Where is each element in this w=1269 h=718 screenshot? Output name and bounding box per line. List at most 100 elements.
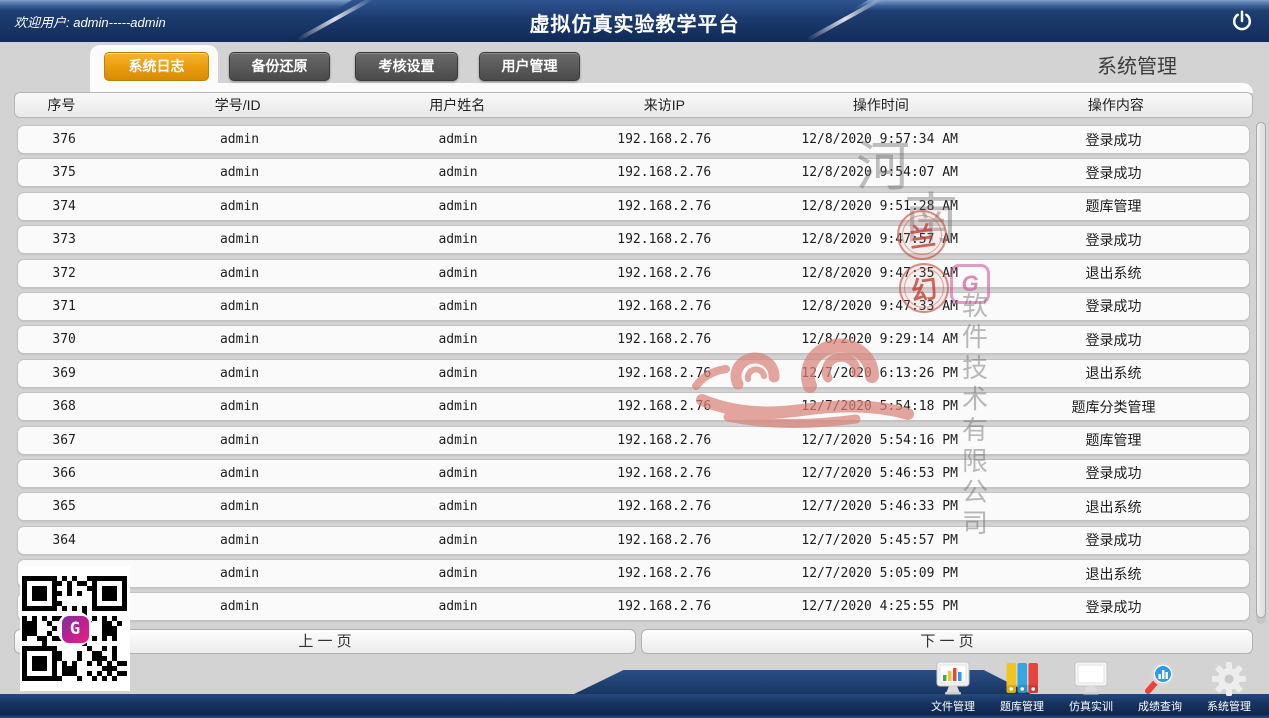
table-row: 364adminadmin192.168.2.7612/7/2020 5:45:… (17, 526, 1250, 555)
page-title: 系统管理 (1057, 50, 1217, 79)
cell-time: 12/8/2020 9:51:28 AM (781, 199, 978, 214)
cell-ip: 192.168.2.76 (547, 533, 781, 548)
cell-ip: 192.168.2.76 (547, 433, 781, 448)
dock-item-question-bank[interactable]: 题库管理 (990, 654, 1054, 718)
power-icon (1229, 8, 1255, 34)
dock-item-system-management[interactable]: 系统管理 (1197, 654, 1261, 718)
table-row: adminadmin192.168.2.7612/7/2020 4:25:55 … (17, 592, 1250, 621)
cell-user-name: admin (369, 266, 547, 281)
app-title: 虚拟仿真实验教学平台 (0, 8, 1269, 37)
cell-time: 12/8/2020 9:47:33 AM (781, 299, 978, 314)
cell-time: 12/7/2020 5:46:53 PM (781, 466, 978, 481)
dock-item-file-management[interactable]: 文件管理 (921, 654, 985, 718)
cell-user-name: admin (369, 132, 547, 147)
cell-time: 12/8/2020 9:47:57 AM (781, 232, 978, 247)
cell-index: 374 (18, 199, 110, 214)
cell-action: 登录成功 (978, 130, 1249, 150)
cell-ip: 192.168.2.76 (547, 266, 781, 281)
cell-user-name: admin (369, 499, 547, 514)
cell-index: 364 (18, 533, 110, 548)
file-management-chart-monitor-icon (934, 659, 972, 697)
cell-index: 376 (18, 132, 110, 147)
table-row: 376adminadmin192.168.2.7612/8/2020 9:57:… (17, 125, 1250, 154)
cell-student-id: admin (110, 299, 369, 314)
cell-ip: 192.168.2.76 (547, 366, 781, 381)
cell-student-id: admin (110, 165, 369, 180)
header-bar: 欢迎用户: admin-----admin 虚拟仿真实验教学平台 (0, 0, 1269, 42)
dock-label: 文件管理 (931, 700, 975, 714)
cell-student-id: admin (110, 533, 369, 548)
cell-user-name: admin (369, 165, 547, 180)
cell-user-name: admin (369, 533, 547, 548)
simulation-monitor-icon (1072, 659, 1110, 697)
tab-system-log[interactable]: 系统日志 (104, 52, 209, 81)
cell-action: 登录成功 (978, 463, 1249, 483)
cell-student-id: admin (110, 232, 369, 247)
cell-student-id: admin (110, 399, 369, 414)
cell-action: 题库管理 (978, 196, 1249, 216)
cell-index: 373 (18, 232, 110, 247)
power-button[interactable] (1229, 8, 1255, 34)
cell-index: 368 (18, 399, 110, 414)
table-row: 371adminadmin192.168.2.7612/8/2020 9:47:… (17, 292, 1250, 321)
cell-student-id: admin (110, 566, 369, 581)
cell-index: 370 (18, 332, 110, 347)
dock-label: 仿真实训 (1069, 700, 1113, 714)
tab-assessment-settings[interactable]: 考核设置 (355, 52, 458, 81)
cell-student-id: admin (110, 199, 369, 214)
cell-user-name: admin (369, 232, 547, 247)
dock-label: 题库管理 (1000, 700, 1044, 714)
table-header-row: 序号 学号/ID 用户姓名 来访IP 操作时间 操作内容 (14, 92, 1253, 118)
cell-ip: 192.168.2.76 (547, 566, 781, 581)
cell-user-name: admin (369, 299, 547, 314)
next-page-button[interactable]: 下 一 页 (641, 629, 1253, 654)
table-row: 363adminadmin192.168.2.7612/7/2020 5:05:… (17, 559, 1250, 588)
tab-backup-restore[interactable]: 备份还原 (229, 52, 330, 81)
cell-time: 12/7/2020 5:54:16 PM (781, 433, 978, 448)
scrollbar-thumb[interactable] (1256, 122, 1266, 618)
system-gear-icon (1211, 659, 1247, 697)
cell-user-name: admin (369, 433, 547, 448)
dock-label: 系统管理 (1207, 700, 1251, 714)
column-header-time: 操作时间 (782, 95, 980, 115)
cell-time: 12/8/2020 9:29:14 AM (781, 332, 978, 347)
cell-ip: 192.168.2.76 (547, 199, 781, 214)
cell-user-name: admin (369, 199, 547, 214)
cell-action: 登录成功 (978, 230, 1249, 250)
cell-ip: 192.168.2.76 (547, 499, 781, 514)
table-row: 375adminadmin192.168.2.7612/8/2020 9:54:… (17, 158, 1250, 187)
cell-index: 375 (18, 165, 110, 180)
cell-action: 退出系统 (978, 263, 1249, 283)
cell-index: 367 (18, 433, 110, 448)
cell-student-id: admin (110, 599, 369, 614)
tab-user-management[interactable]: 用户管理 (479, 52, 580, 81)
qr-code: G (20, 566, 130, 691)
cell-time: 12/7/2020 5:45:57 PM (781, 533, 978, 548)
cell-action: 登录成功 (978, 530, 1249, 550)
table-row: 373adminadmin192.168.2.7612/8/2020 9:47:… (17, 225, 1250, 254)
cell-action: 题库分类管理 (978, 397, 1249, 417)
question-bank-binders-icon (1005, 659, 1039, 697)
table-scrollbar[interactable] (1256, 122, 1266, 624)
table-row: 365adminadmin192.168.2.7612/7/2020 5:46:… (17, 492, 1250, 521)
table-row: 372adminadmin192.168.2.7612/8/2020 9:47:… (17, 259, 1250, 288)
cell-action: 退出系统 (978, 564, 1249, 584)
column-header-action: 操作内容 (980, 95, 1252, 115)
cell-user-name: admin (369, 332, 547, 347)
dock-label: 成绩查询 (1138, 700, 1182, 714)
cell-student-id: admin (110, 266, 369, 281)
cell-time: 12/7/2020 5:05:09 PM (781, 566, 978, 581)
dock-item-grade-query[interactable]: 成绩查询 (1128, 654, 1192, 718)
table-body: 376adminadmin192.168.2.7612/8/2020 9:57:… (14, 125, 1253, 626)
cell-user-name: admin (369, 466, 547, 481)
cell-student-id: admin (110, 499, 369, 514)
column-header-ip: 来访IP (547, 95, 782, 115)
cell-action: 登录成功 (978, 296, 1249, 316)
cell-ip: 192.168.2.76 (547, 232, 781, 247)
cell-time: 12/8/2020 9:47:35 AM (781, 266, 978, 281)
cell-ip: 192.168.2.76 (547, 466, 781, 481)
cell-index: 372 (18, 266, 110, 281)
cell-user-name: admin (369, 399, 547, 414)
dock-item-simulation-training[interactable]: 仿真实训 (1059, 654, 1123, 718)
table-row: 366adminadmin192.168.2.7612/7/2020 5:46:… (17, 459, 1250, 488)
